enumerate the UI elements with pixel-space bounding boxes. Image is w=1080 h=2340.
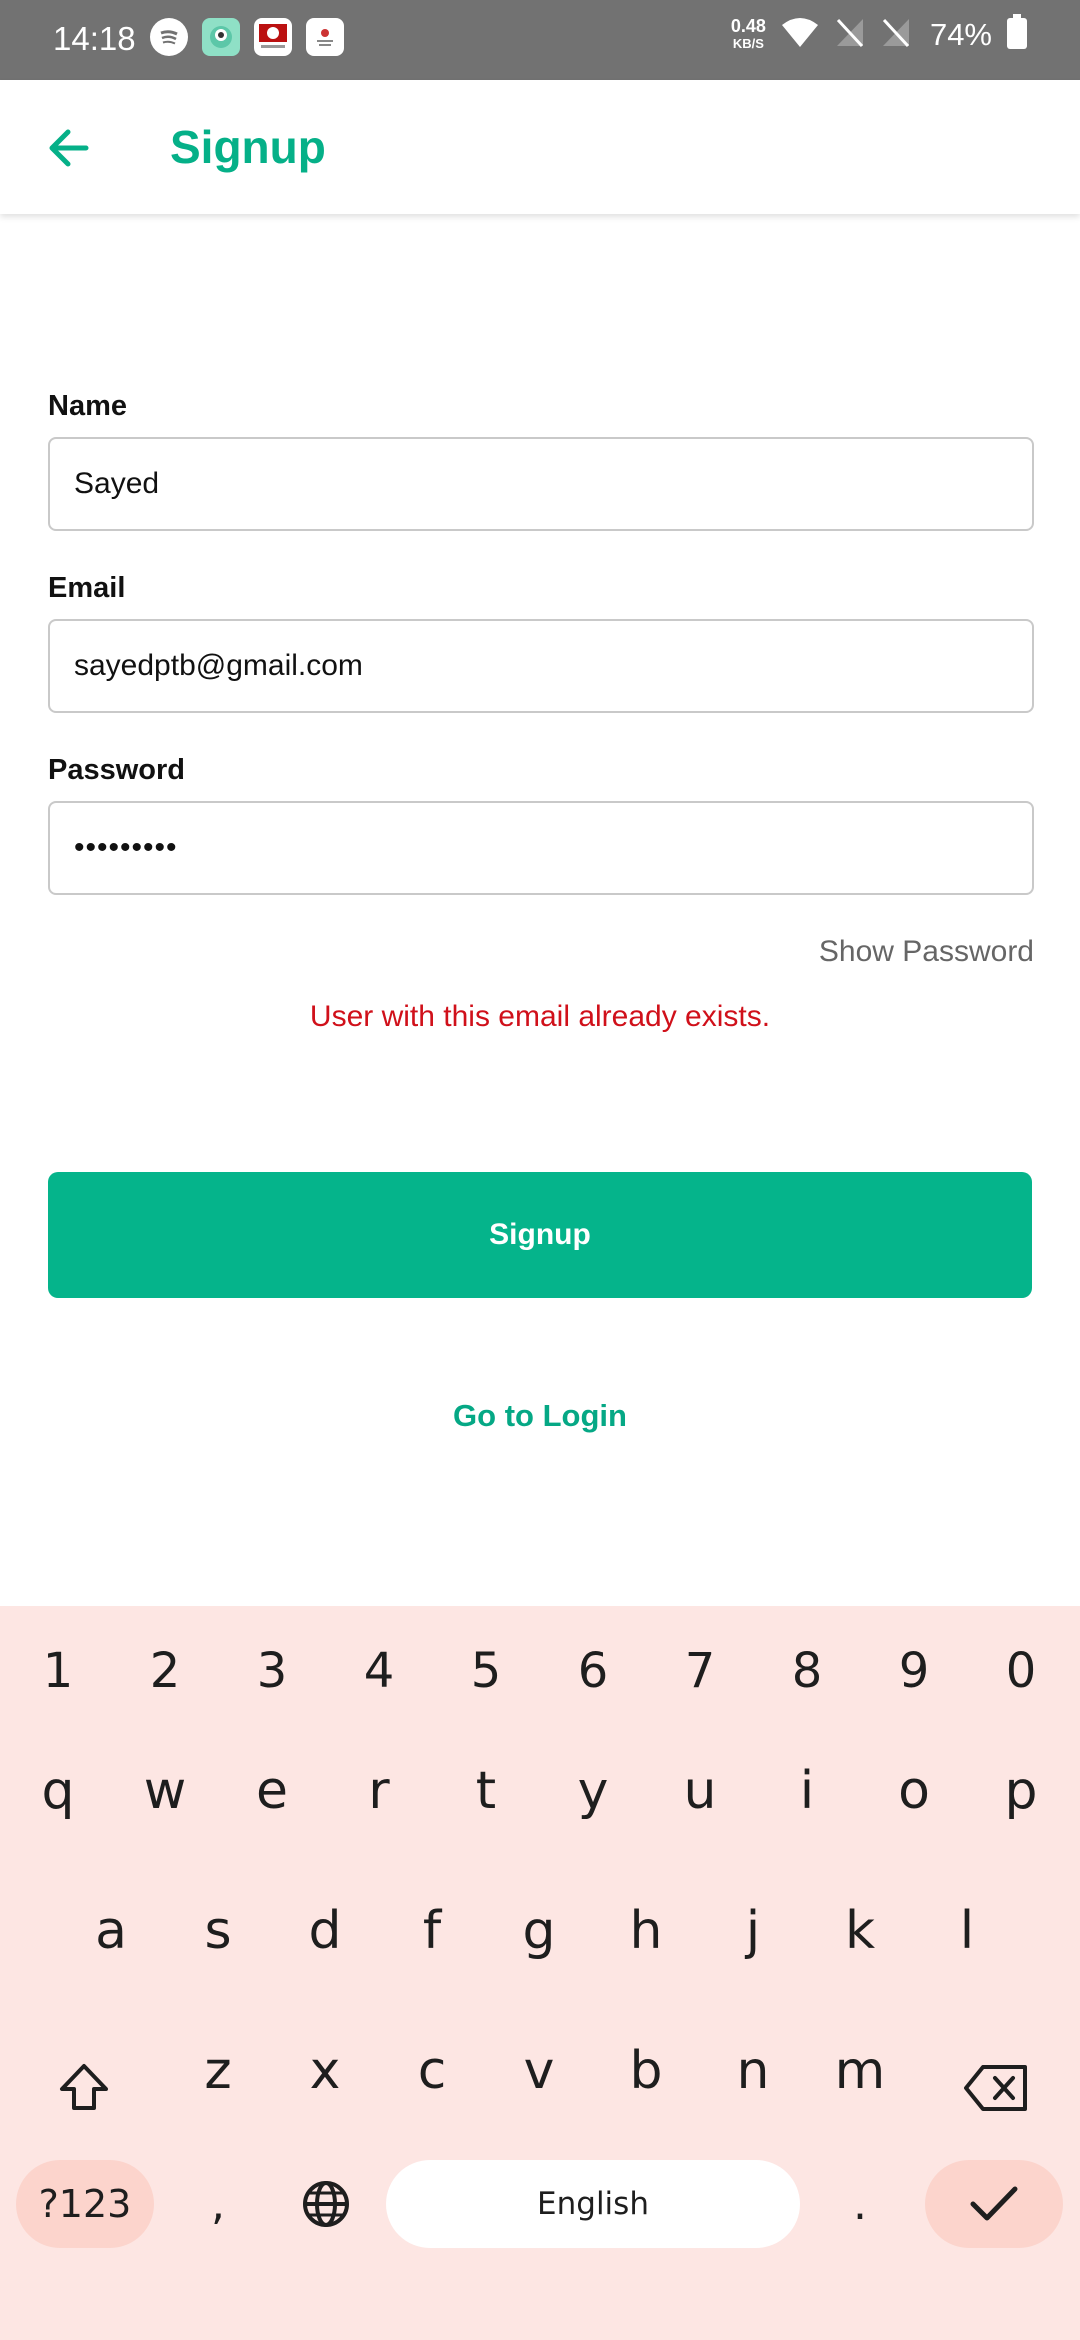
number-key-6[interactable]: 6 (543, 1616, 643, 1726)
period-key[interactable]: . (828, 2160, 892, 2248)
letter-key-u[interactable]: u (650, 1736, 750, 1846)
email-input-value: sayedptb@gmail.com (74, 649, 363, 682)
number-key-8[interactable]: 8 (757, 1616, 857, 1726)
backspace-key[interactable] (940, 2032, 1052, 2144)
battery-percent: 74% (929, 16, 992, 52)
letter-key-i[interactable]: i (757, 1736, 857, 1846)
letter-key-s[interactable]: s (168, 1876, 268, 1986)
email-input[interactable]: sayedptb@gmail.com (48, 619, 1034, 713)
soft-keyboard: ?123 , English . 1234567890 qwertyuiop asd… (0, 1606, 1080, 2340)
letter-key-h[interactable]: h (596, 1876, 696, 1986)
letter-key-g[interactable]: g (489, 1876, 589, 1986)
back-button[interactable] (40, 120, 96, 176)
number-key-4[interactable]: 4 (329, 1616, 429, 1726)
letter-key-q[interactable]: q (8, 1736, 108, 1846)
status-bar: 14:18 0.48 KB/S 74% (0, 0, 1080, 80)
language-key[interactable] (288, 2160, 364, 2248)
name-input[interactable]: Sayed (48, 437, 1034, 531)
spotify-icon (150, 18, 188, 56)
signup-button[interactable]: Signup (48, 1172, 1032, 1298)
password-input-value: ••••••••• (74, 831, 178, 864)
letter-key-w[interactable]: w (115, 1736, 215, 1846)
check-icon (970, 2186, 1018, 2221)
letter-key-t[interactable]: t (436, 1736, 536, 1846)
no-signal-icon (834, 15, 866, 54)
go-to-login-link: Go to Login (0, 1398, 1080, 1434)
password-label: Password (48, 754, 185, 786)
number-key-2[interactable]: 2 (115, 1616, 215, 1726)
network-speed-unit: KB/S (732, 35, 764, 51)
network-speed: 0.48 KB/S (730, 15, 766, 52)
letter-key-d[interactable]: d (275, 1876, 375, 1986)
news-app-icon (254, 18, 292, 56)
error-message: User with this email already exists. (309, 1000, 771, 1033)
letter-key-k[interactable]: k (810, 1876, 910, 1986)
number-key-5[interactable]: 5 (436, 1616, 536, 1726)
show-password-link[interactable]: Show Password (819, 935, 1034, 969)
letter-key-y[interactable]: y (543, 1736, 643, 1846)
number-key-9[interactable]: 9 (864, 1616, 964, 1726)
shift-key[interactable] (28, 2032, 140, 2144)
letter-key-x[interactable]: x (275, 2016, 375, 2126)
number-key-0[interactable]: 0 (971, 1616, 1071, 1726)
status-right: 0.48 KB/S 74% (731, 14, 1028, 55)
symbols-key[interactable]: ?123 (16, 2160, 154, 2248)
letter-key-p[interactable]: p (971, 1736, 1071, 1846)
wifi-icon (780, 15, 820, 54)
letter-key-m[interactable]: m (810, 2016, 910, 2126)
letter-key-b[interactable]: b (596, 2016, 696, 2126)
letter-key-z[interactable]: z (168, 2016, 268, 2126)
letter-key-j[interactable]: j (703, 1876, 803, 1986)
notification-icons (150, 18, 344, 56)
letter-key-a[interactable]: a (61, 1876, 161, 1986)
letter-key-f[interactable]: f (382, 1876, 482, 1986)
space-key[interactable]: English (386, 2160, 800, 2248)
letter-key-o[interactable]: o (864, 1736, 964, 1846)
app-bar: Signup (0, 80, 1080, 214)
letter-key-l[interactable]: l (917, 1876, 1017, 1986)
document-app-icon (306, 18, 344, 56)
arrow-back-icon (49, 129, 89, 167)
done-key[interactable] (925, 2160, 1063, 2248)
page-title: Signup (170, 121, 326, 173)
letter-key-n[interactable]: n (703, 2016, 803, 2126)
email-label: Email (48, 572, 126, 604)
letter-key-c[interactable]: c (382, 2016, 482, 2126)
number-key-3[interactable]: 3 (222, 1616, 322, 1726)
password-input[interactable]: ••••••••• (48, 801, 1034, 895)
go-to-login-text[interactable]: Go to Login (453, 1398, 627, 1433)
monster-app-icon (202, 18, 240, 56)
shift-icon (60, 2064, 108, 2110)
name-input-value: Sayed (74, 467, 160, 500)
battery-icon (1006, 14, 1028, 55)
letter-key-e[interactable]: e (222, 1736, 322, 1846)
status-time: 14:18 (53, 20, 136, 57)
comma-key[interactable]: , (186, 2160, 250, 2248)
number-key-1[interactable]: 1 (8, 1616, 108, 1726)
globe-icon (303, 2181, 349, 2227)
no-signal-icon-2 (880, 15, 912, 54)
letter-key-v[interactable]: v (489, 2016, 589, 2126)
number-key-7[interactable]: 7 (650, 1616, 750, 1726)
name-label: Name (48, 390, 127, 422)
letter-key-r[interactable]: r (329, 1736, 429, 1846)
backspace-icon (964, 2065, 1027, 2111)
network-speed-value: 0.48 (730, 15, 766, 36)
